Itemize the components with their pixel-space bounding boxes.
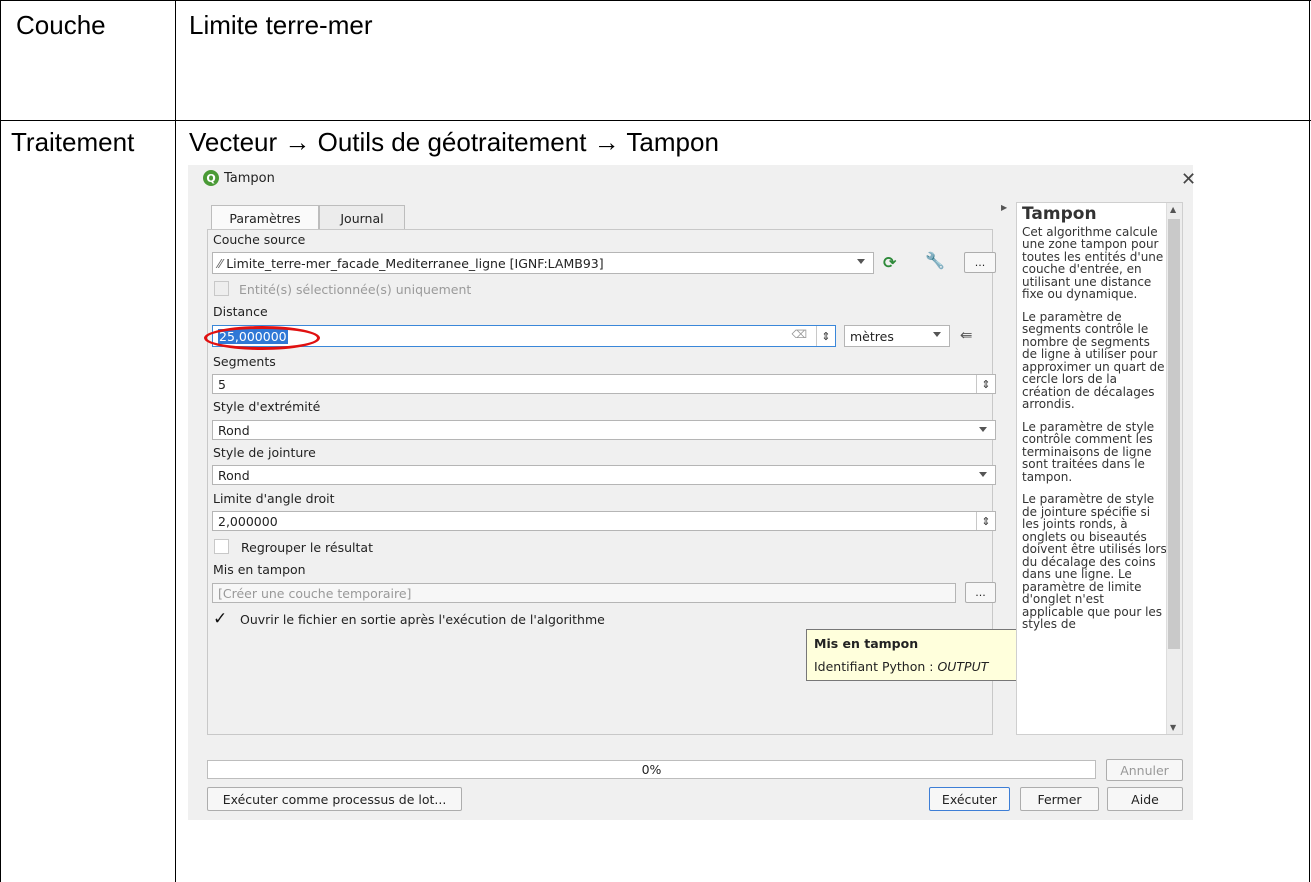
close-button[interactable]: Fermer <box>1020 787 1099 811</box>
source-layer-select[interactable]: ⁄⁄ Limite_terre-mer_facade_Mediterranee_… <box>212 252 874 274</box>
miter-limit-spinner[interactable]: ⇕ <box>976 512 995 530</box>
iterate-icon[interactable]: ⟳ <box>883 253 907 273</box>
output-placeholder: [Créer une couche temporaire] <box>218 585 412 601</box>
output-options-button[interactable]: ... <box>965 582 996 603</box>
tooltip-body: Identifiant Python : OUTPUT <box>814 659 1020 674</box>
dialog-title: Tampon <box>224 170 275 186</box>
buffer-dialog: Q Tampon ✕ Paramètres Journal Couche sou… <box>188 165 1196 820</box>
selected-only-checkbox[interactable] <box>214 281 229 296</box>
table-row-divider <box>0 120 1311 121</box>
tab-journal[interactable]: Journal <box>319 205 405 230</box>
row-value-traitement: Vecteur → Outils de géotraitement → Tamp… <box>189 127 719 157</box>
close-label: Fermer <box>1037 791 1082 807</box>
help-panel: Tampon Cet algorithme calcule une zone t… <box>1016 202 1183 735</box>
wrench-icon[interactable]: 🔧 <box>925 251 949 273</box>
segments-input[interactable]: 5 ⇕ <box>212 374 996 394</box>
miter-limit-input[interactable]: 2,000000 ⇕ <box>212 511 996 531</box>
output-path-input[interactable]: [Créer une couche temporaire] <box>212 583 956 603</box>
selected-only-label: Entité(s) sélectionnée(s) uniquement <box>239 282 472 297</box>
scroll-thumb[interactable] <box>1168 219 1180 649</box>
join-style-label: Style de jointure <box>213 445 316 460</box>
progress-text: 0% <box>641 762 662 777</box>
help-button[interactable]: Aide <box>1107 787 1183 811</box>
scroll-up-icon[interactable]: ▲ <box>1170 205 1176 214</box>
tooltip-id: OUTPUT <box>937 659 989 674</box>
help-paragraph: Le paramètre de style de jointure spécif… <box>1022 492 1167 631</box>
end-cap-label: Style d'extrémité <box>213 399 321 414</box>
help-text: Tampon Cet algorithme calcule une zone t… <box>1022 203 1167 641</box>
distance-spinner[interactable]: ⇕ <box>816 326 835 346</box>
run-label: Exécuter <box>941 791 998 807</box>
distance-unit-value: mètres <box>850 328 894 344</box>
segments-spinner[interactable]: ⇕ <box>976 375 995 393</box>
checkmark-icon[interactable]: ✓ <box>213 609 227 629</box>
output-label: Mis en tampon <box>213 562 306 577</box>
help-paragraph: Le paramètre de segments contrôle le nom… <box>1022 309 1165 411</box>
help-paragraph: Le paramètre de style contrôle comment l… <box>1022 419 1155 484</box>
row-label-couche: Couche <box>16 10 106 40</box>
cancel-button[interactable]: Annuler <box>1106 759 1183 781</box>
ellipsis-label: ... <box>974 256 986 269</box>
chevron-down-icon <box>979 427 987 432</box>
tooltip: Mis en tampon Identifiant Python : OUTPU… <box>806 629 1028 681</box>
table-border-top <box>0 0 1311 1</box>
chevron-down-icon <box>933 332 941 337</box>
chevron-down-icon <box>979 472 987 477</box>
table-column-divider <box>175 0 176 882</box>
help-label: Aide <box>1131 791 1159 807</box>
tab-parametres[interactable]: Paramètres <box>211 205 319 230</box>
row-label-traitement: Traitement <box>11 127 135 157</box>
clear-icon[interactable]: ⌫ <box>791 328 807 341</box>
end-cap-value: Rond <box>218 422 250 438</box>
progress-bar: 0% <box>207 760 1096 779</box>
table-border-right <box>1309 0 1310 882</box>
help-title: Tampon <box>1022 204 1097 224</box>
source-layer-label: Couche source <box>213 232 306 247</box>
tooltip-prefix: Identifiant Python : <box>814 659 938 674</box>
distance-unit-select[interactable]: mètres <box>844 325 950 347</box>
miter-limit-label: Limite d'angle droit <box>213 491 335 506</box>
segments-value: 5 <box>218 376 226 392</box>
cancel-label: Annuler <box>1120 762 1169 778</box>
dialog-title-bar: Q Tampon <box>203 170 275 186</box>
data-defined-override-icon[interactable]: ⇚ <box>960 326 973 344</box>
join-style-value: Rond <box>218 467 250 483</box>
collapse-arrow-icon[interactable]: ▶ <box>1001 203 1007 212</box>
table-border-left <box>0 0 1 882</box>
segments-label: Segments <box>213 354 276 369</box>
line-layer-icon: ⁄⁄ <box>218 255 223 271</box>
batch-process-button[interactable]: Exécuter comme processus de lot... <box>207 787 462 811</box>
dissolve-label: Regrouper le résultat <box>241 540 373 555</box>
scroll-down-icon[interactable]: ▼ <box>1170 723 1176 732</box>
source-layer-value: Limite_terre-mer_facade_Mediterranee_lig… <box>226 255 604 271</box>
chevron-down-icon <box>857 259 865 264</box>
close-icon[interactable]: ✕ <box>1181 169 1196 190</box>
qgis-logo-icon: Q <box>203 170 219 186</box>
row-value-couche: Limite terre-mer <box>189 10 373 40</box>
batch-process-label: Exécuter comme processus de lot... <box>222 791 447 807</box>
tooltip-title: Mis en tampon <box>814 636 919 651</box>
end-cap-select[interactable]: Rond <box>212 420 996 440</box>
distance-label: Distance <box>213 304 268 319</box>
help-paragraph: Cet algorithme calcule une zone tampon p… <box>1022 224 1164 301</box>
join-style-select[interactable]: Rond <box>212 465 996 485</box>
dissolve-checkbox[interactable] <box>214 539 229 554</box>
distance-highlight-ellipse <box>204 326 320 350</box>
run-button[interactable]: Exécuter <box>929 787 1010 811</box>
open-output-label: Ouvrir le fichier en sortie après l'exéc… <box>240 612 605 627</box>
source-options-button[interactable]: ... <box>964 252 996 273</box>
help-scrollbar[interactable]: ▲ ▼ <box>1166 203 1182 734</box>
miter-limit-value: 2,000000 <box>218 513 278 529</box>
ellipsis-label: ... <box>975 586 986 599</box>
